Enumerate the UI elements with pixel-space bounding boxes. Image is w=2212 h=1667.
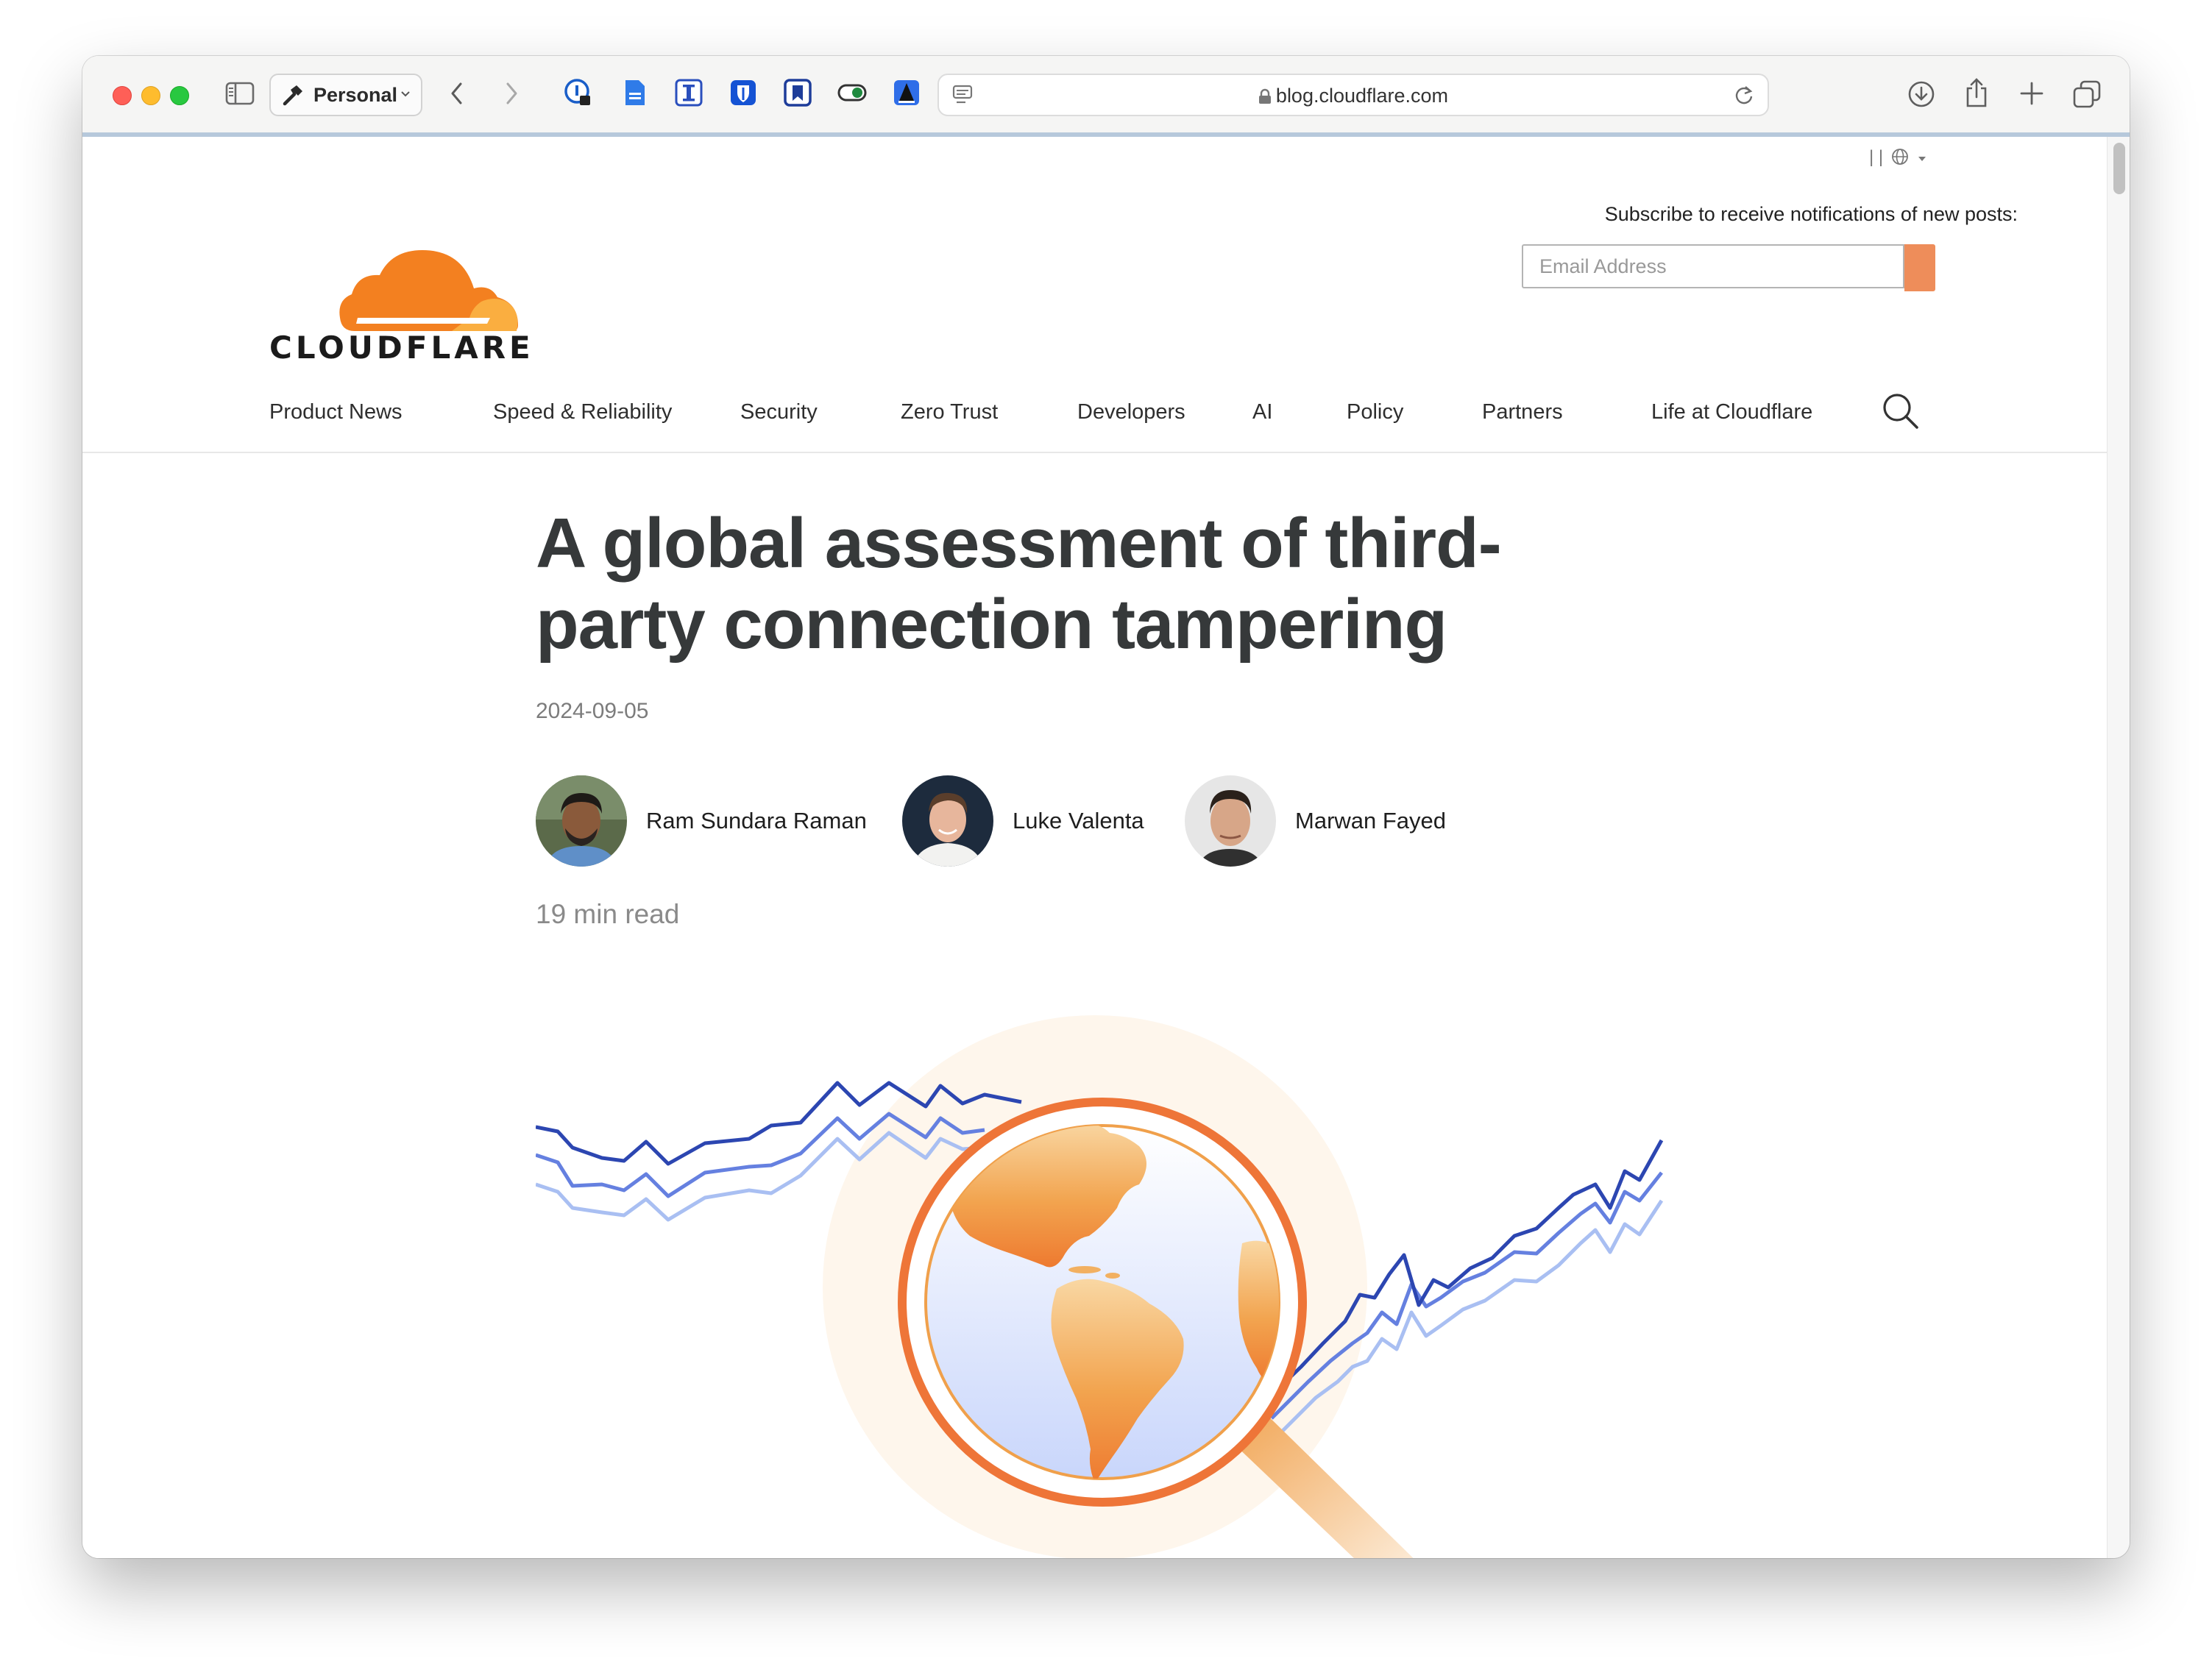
instapaper-extension-icon[interactable] bbox=[674, 78, 703, 107]
share-icon[interactable] bbox=[1963, 77, 1990, 109]
nav-policy[interactable]: Policy bbox=[1347, 400, 1403, 424]
close-window-button[interactable] bbox=[113, 86, 132, 105]
reload-icon[interactable] bbox=[1734, 85, 1754, 105]
nav-security[interactable]: Security bbox=[740, 400, 818, 424]
nav-zero-trust[interactable]: Zero Trust bbox=[901, 400, 998, 424]
writing-extension-icon[interactable] bbox=[892, 78, 921, 107]
author-name[interactable]: Ram Sundara Raman bbox=[646, 808, 867, 834]
subscribe-button[interactable] bbox=[1904, 244, 1935, 291]
url-display: blog.cloudflare.com bbox=[939, 85, 1768, 107]
article-title: A global assessment of third-party conne… bbox=[536, 504, 1502, 664]
nav-developers[interactable]: Developers bbox=[1077, 400, 1185, 424]
language-selector[interactable]: | | bbox=[1869, 147, 1926, 168]
avatar[interactable] bbox=[536, 775, 627, 867]
nav-product-news[interactable]: Product News bbox=[269, 400, 403, 424]
zoom-window-button[interactable] bbox=[170, 86, 189, 105]
chevron-down-icon bbox=[401, 91, 410, 97]
page-scrollbar[interactable] bbox=[2107, 137, 2130, 1558]
language-separator: | | bbox=[1869, 147, 1884, 167]
address-bar[interactable]: blog.cloudflare.com bbox=[937, 74, 1769, 116]
scrollbar-thumb[interactable] bbox=[2113, 143, 2125, 194]
browser-toolbar: Personal blog.cloudflare.com bbox=[82, 56, 2130, 134]
subscribe-label: Subscribe to receive notifications of ne… bbox=[1604, 203, 2018, 225]
search-icon[interactable] bbox=[1881, 391, 1921, 431]
hero-image bbox=[536, 1015, 1664, 1558]
back-arrow-icon[interactable] bbox=[449, 81, 465, 106]
caret-down-icon bbox=[1918, 157, 1926, 161]
email-field[interactable] bbox=[1522, 244, 1904, 288]
nav-life-at-cloudflare[interactable]: Life at Cloudflare bbox=[1651, 400, 1812, 424]
docs-extension-icon[interactable] bbox=[620, 78, 649, 107]
new-tab-icon[interactable] bbox=[2019, 81, 2044, 106]
web-page: | | Subscribe to receive notifications o… bbox=[82, 137, 2108, 1558]
sidebar-icon[interactable] bbox=[225, 81, 255, 106]
article-date: 2024-09-05 bbox=[536, 699, 649, 723]
author-name[interactable]: Luke Valenta bbox=[1013, 808, 1144, 834]
url-text: blog.cloudflare.com bbox=[1275, 85, 1449, 107]
download-icon[interactable] bbox=[1907, 80, 1935, 108]
profile-menu[interactable]: Personal bbox=[269, 74, 422, 116]
tabs-overview-icon[interactable] bbox=[2072, 79, 2102, 109]
read-time: 19 min read bbox=[536, 899, 680, 929]
logo-wordmark[interactable]: CLOUDFLARE bbox=[269, 330, 534, 366]
nav-ai[interactable]: AI bbox=[1252, 400, 1272, 424]
minimize-window-button[interactable] bbox=[141, 86, 160, 105]
browser-window: Personal blog.cloudflare.com | | Subscri… bbox=[82, 56, 2130, 1558]
avatar[interactable] bbox=[902, 775, 993, 867]
avatar[interactable] bbox=[1185, 775, 1276, 867]
nav-partners[interactable]: Partners bbox=[1482, 400, 1563, 424]
nav-speed-reliability[interactable]: Speed & Reliability bbox=[493, 400, 672, 424]
author-name[interactable]: Marwan Fayed bbox=[1295, 808, 1446, 834]
forward-arrow-icon[interactable] bbox=[503, 81, 520, 106]
bitwarden-extension-icon[interactable] bbox=[729, 78, 758, 107]
hammer-icon bbox=[283, 85, 302, 106]
globe-icon bbox=[1891, 149, 1908, 165]
password-manager-extension-icon[interactable] bbox=[564, 78, 593, 107]
bookmark-extension-icon[interactable] bbox=[783, 78, 812, 107]
cloudflare-logo-icon[interactable] bbox=[269, 207, 534, 340]
header-divider bbox=[82, 452, 2108, 453]
toggle-extension-icon[interactable] bbox=[837, 78, 867, 107]
profile-label: Personal bbox=[313, 84, 398, 106]
lock-icon bbox=[1258, 88, 1271, 104]
